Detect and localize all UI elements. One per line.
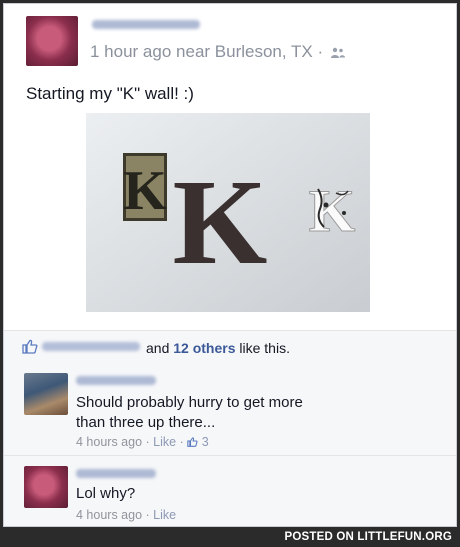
k-wall-image: K K K [86, 113, 370, 312]
comment-meta: 4 hours ago · Like · 3 [76, 435, 209, 449]
likes-summary: and 12 others like this. [4, 330, 456, 364]
comment-text-line1: Should probably hurry to get more [76, 394, 303, 411]
post-status-text: Starting my "K" wall! :) [26, 84, 194, 103]
likes-connector: and [146, 340, 170, 356]
liker-name-blurred[interactable] [42, 342, 140, 351]
post-photo[interactable]: K K K [86, 113, 370, 312]
post-meta: 1 hour ago near Burleson, TX · [90, 42, 346, 62]
framed-k-letter: K [123, 160, 167, 222]
comment-like-count[interactable]: 3 [202, 435, 209, 449]
white-floral-k-letter: K [309, 178, 356, 244]
post-time[interactable]: 1 hour ago [90, 42, 171, 61]
likes-others-link[interactable]: 12 others [173, 340, 235, 356]
comment-like-link[interactable]: Like [153, 435, 176, 449]
comment-like-link[interactable]: Like [153, 508, 176, 522]
comment-item: Lol why? 4 hours ago · Like [4, 456, 456, 526]
comment-item: Should probably hurry to get more than t… [4, 363, 456, 456]
comment-time[interactable]: 4 hours ago [76, 508, 142, 522]
comment-text-line2: than three up there... [76, 414, 216, 431]
meta-separator: · [317, 42, 324, 61]
commenter-name-blurred[interactable] [76, 376, 156, 385]
author-name-blurred[interactable] [92, 20, 200, 29]
commenter-avatar[interactable] [24, 466, 68, 508]
large-dark-k-letter: K [173, 155, 268, 290]
friends-audience-icon[interactable] [330, 47, 346, 59]
comment-meta: 4 hours ago · Like [76, 508, 177, 522]
post-card: 1 hour ago near Burleson, TX · Starting … [3, 3, 457, 527]
comment-time[interactable]: 4 hours ago [76, 435, 142, 449]
watermark: POSTED ON LITTLEFUN.ORG [284, 531, 452, 543]
likes-suffix: like this. [239, 340, 290, 356]
comment-text: Lol why? [76, 485, 136, 502]
post-location[interactable]: near Burleson, TX [176, 42, 313, 61]
thumbs-up-icon [22, 339, 38, 354]
author-avatar[interactable] [26, 16, 78, 66]
commenter-avatar[interactable] [24, 373, 68, 415]
comment-thumbs-up-icon [187, 437, 198, 447]
commenter-name-blurred[interactable] [76, 469, 156, 478]
